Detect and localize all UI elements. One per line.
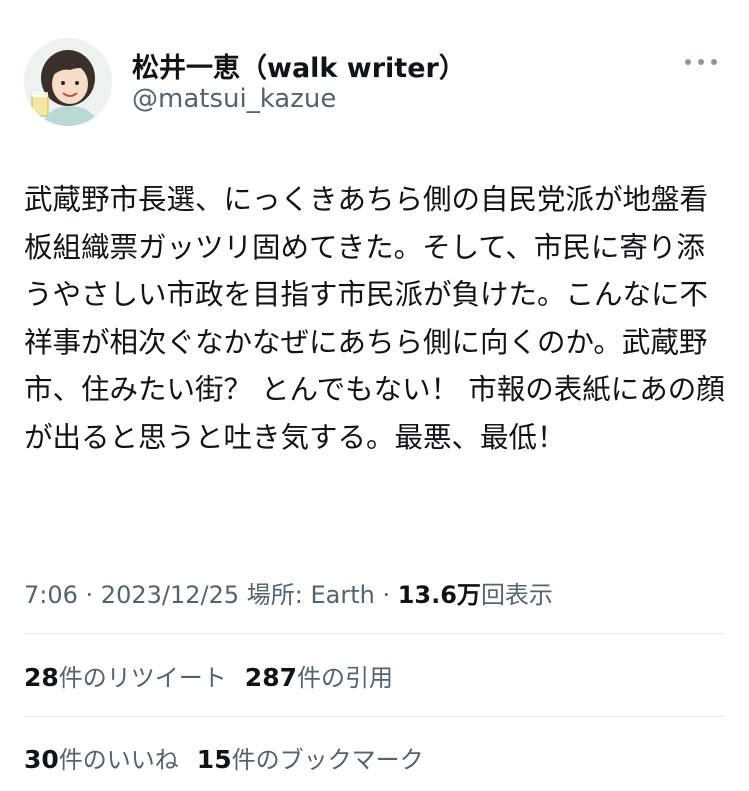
meta-separator: · <box>374 581 398 609</box>
tweet-detail: 松井一恵（walk writer） @matsui_kazue 武蔵野市長選、に… <box>0 0 749 791</box>
bookmarks-label: 件のブックマーク <box>231 746 424 774</box>
dot <box>685 59 691 65</box>
quotes-label: 件の引用 <box>296 664 393 692</box>
display-name[interactable]: 松井一恵（walk writer） <box>132 46 466 85</box>
stats-row-engagement: 28件のリツイート 287件の引用 <box>24 658 411 693</box>
bookmarks-link[interactable]: 15件のブックマーク <box>197 740 424 775</box>
more-horizontal-icon[interactable] <box>685 56 717 68</box>
retweets-link[interactable]: 28件のリツイート <box>24 658 227 693</box>
divider <box>24 633 725 634</box>
likes-label: 件のいいね <box>58 746 179 774</box>
views-count: 13.6万 <box>397 581 481 609</box>
quotes-count: 287 <box>244 663 297 692</box>
retweets-count: 28 <box>24 663 59 692</box>
tweet-time[interactable]: 7:06 <box>24 581 78 609</box>
likes-link[interactable]: 30件のいいね <box>24 740 179 775</box>
tweet-place: 場所: Earth <box>239 581 375 609</box>
tweet-meta: 7:06 · 2023/12/25 場所: Earth · 13.6万回表示 <box>24 575 729 610</box>
bookmarks-count: 15 <box>196 745 232 774</box>
stats-row-reactions: 30件のいいね 15件のブックマーク <box>24 740 442 775</box>
views-label: 回表示 <box>480 581 553 609</box>
avatar-illustration <box>24 38 112 126</box>
dot <box>698 59 704 65</box>
dot <box>711 59 717 65</box>
tweet-text: 武蔵野市長選、にっくきあちら側の自民党派が地盤看板組織票ガッツリ固めてきた。そし… <box>24 183 725 454</box>
quotes-link[interactable]: 287件の引用 <box>245 658 393 693</box>
divider <box>24 716 725 717</box>
tweet-header: 松井一恵（walk writer） @matsui_kazue <box>24 38 725 128</box>
user-handle[interactable]: @matsui_kazue <box>132 84 336 114</box>
tweet-date[interactable]: 2023/12/25 <box>101 581 239 609</box>
meta-separator: · <box>77 581 101 609</box>
retweets-label: 件のリツイート <box>58 664 227 692</box>
likes-count: 30 <box>24 745 59 774</box>
avatar[interactable] <box>24 38 112 126</box>
